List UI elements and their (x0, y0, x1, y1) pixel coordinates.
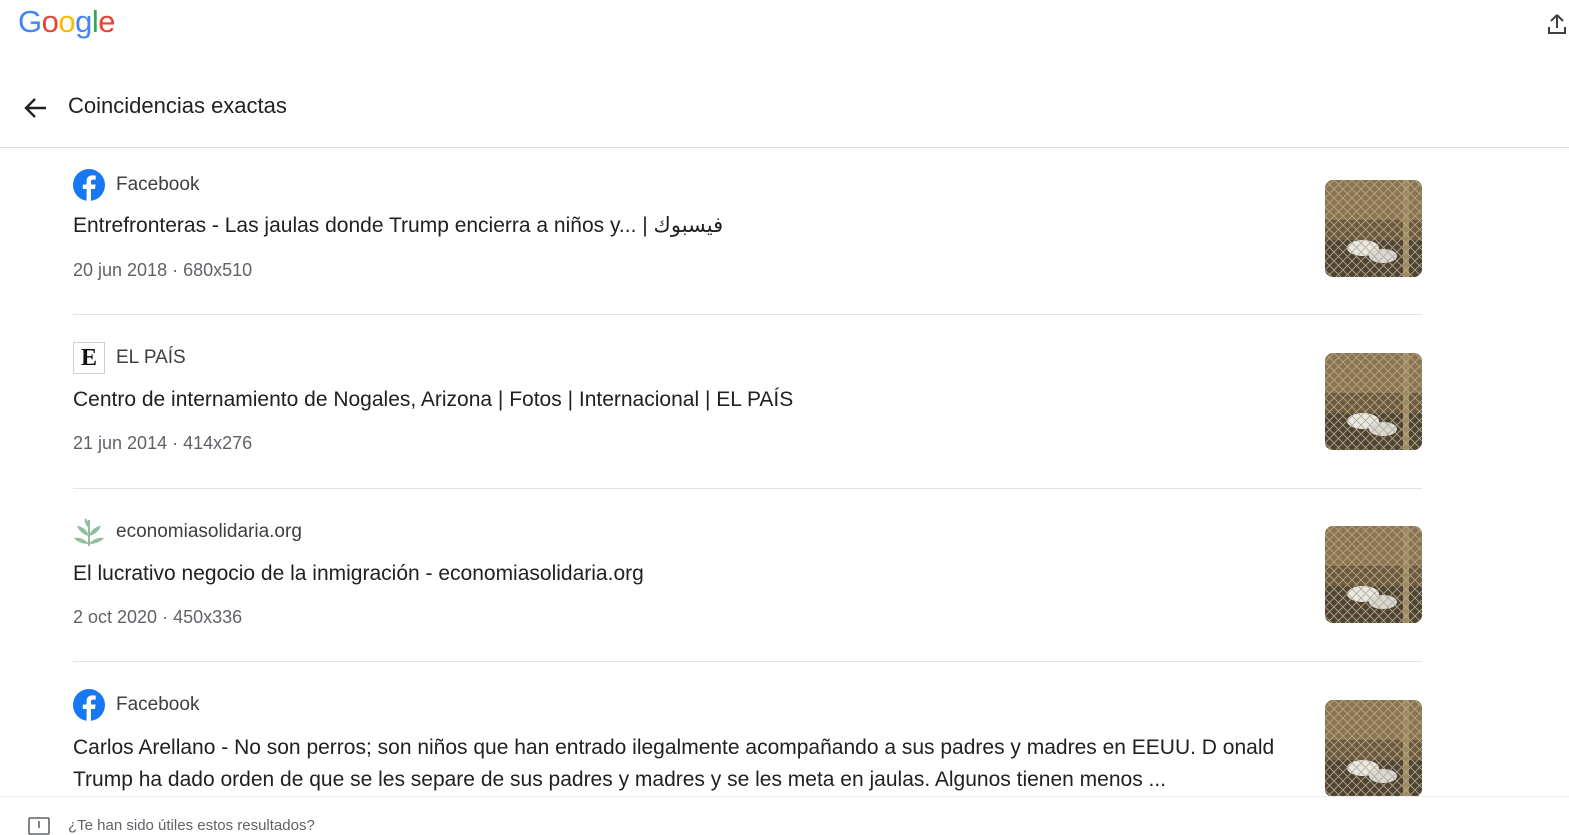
thumbnail-image (1325, 700, 1422, 796)
result-source[interactable]: E EL PAÍS (73, 341, 186, 375)
thumbnail-image (1325, 526, 1422, 623)
source-name: Facebook (116, 174, 200, 195)
facebook-icon (73, 689, 105, 721)
result-source[interactable]: economiasolidaria.org (73, 515, 302, 549)
result-title[interactable]: Entrefronteras - Las jaulas donde Trump … (73, 210, 1298, 242)
thumbnail-image (1325, 180, 1422, 277)
result-dimensions: 680x510 (183, 260, 253, 280)
result-item: Facebook Carlos Arellano - No son perros… (73, 662, 1422, 796)
result-meta: 20 jun 2018 · 680x510 (73, 260, 253, 280)
source-name: EL PAÍS (116, 347, 186, 368)
result-dimensions: 414x276 (183, 433, 253, 453)
result-thumbnail[interactable] (1325, 353, 1422, 450)
top-bar: Google (0, 0, 1569, 56)
result-thumbnail[interactable] (1325, 526, 1422, 623)
thumbnail-image (1325, 353, 1422, 450)
result-date: 21 jun 2014 (73, 433, 168, 453)
result-title[interactable]: El lucrativo negocio de la inmigración -… (73, 558, 1298, 590)
result-meta: 21 jun 2014 · 414x276 (73, 433, 253, 453)
result-source[interactable]: Facebook (73, 168, 199, 202)
result-dimensions: 450x336 (173, 607, 243, 627)
source-name: Facebook (116, 694, 200, 715)
result-item: Facebook Entrefronteras - Las jaulas don… (73, 148, 1422, 315)
upload-icon[interactable] (1545, 12, 1569, 36)
elpais-icon: E (73, 342, 105, 374)
result-date: 2 oct 2020 (73, 607, 158, 627)
result-date: 20 jun 2018 (73, 260, 168, 280)
results-list: Facebook Entrefronteras - Las jaulas don… (0, 148, 1569, 796)
result-thumbnail[interactable] (1325, 180, 1422, 277)
facebook-icon (73, 169, 105, 201)
back-arrow-icon[interactable] (20, 92, 52, 124)
result-title[interactable]: Carlos Arellano - No son perros; son niñ… (73, 732, 1298, 796)
feedback-bar: ¿Te han sido útiles estos resultados? (0, 796, 1569, 835)
result-thumbnail[interactable] (1325, 700, 1422, 796)
result-title[interactable]: Centro de internamiento de Nogales, Ariz… (73, 384, 1298, 416)
source-name: economiasolidaria.org (116, 521, 302, 542)
result-source[interactable]: Facebook (73, 688, 199, 722)
page-title: Coincidencias exactas (68, 93, 287, 118)
google-logo[interactable]: Google (18, 4, 116, 40)
feedback-icon[interactable] (28, 817, 50, 835)
result-item: E EL PAÍS Centro de internamiento de Nog… (73, 315, 1422, 489)
leaf-icon (74, 518, 104, 547)
result-meta: 2 oct 2020 · 450x336 (73, 607, 243, 627)
result-item: economiasolidaria.org El lucrativo negoc… (73, 489, 1422, 662)
results-header: Coincidencias exactas (0, 80, 1569, 148)
